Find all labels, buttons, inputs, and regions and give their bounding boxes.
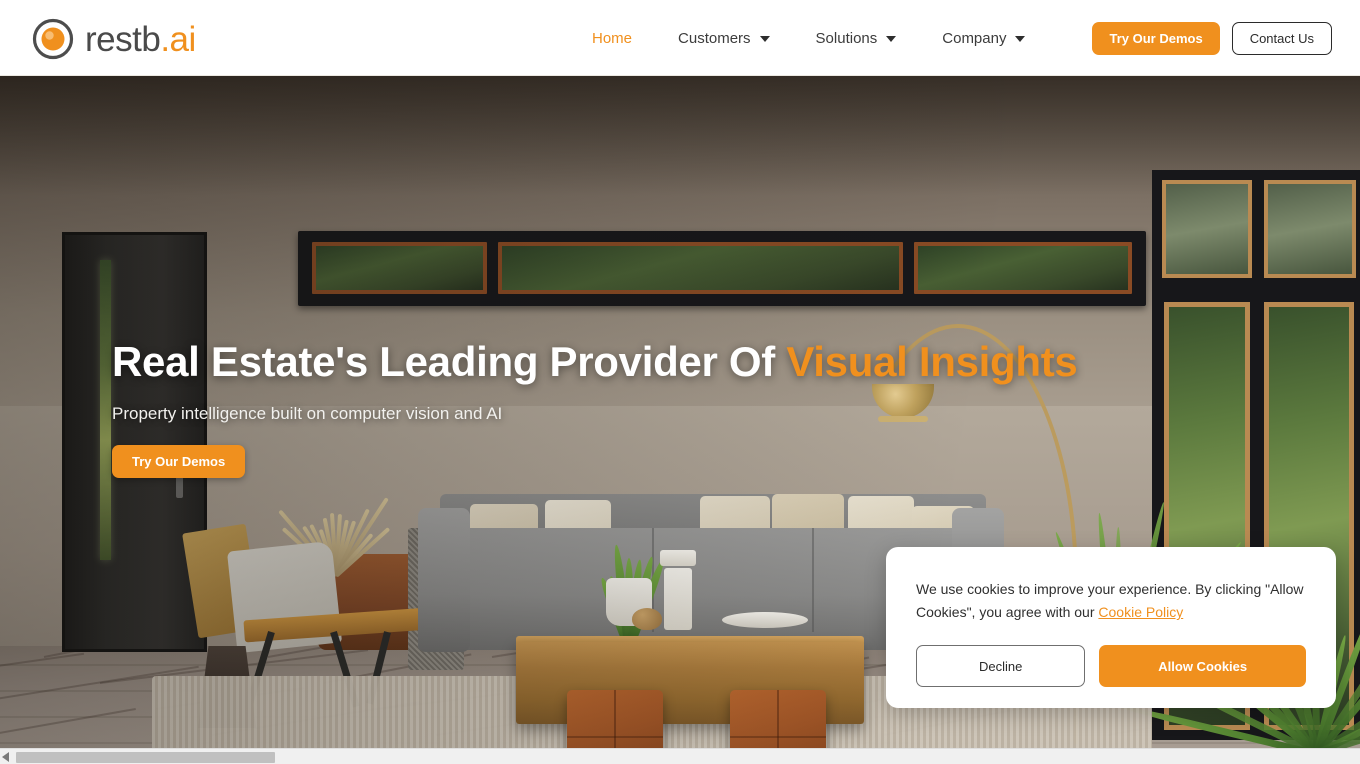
main-navigation: Home Customers Solutions Company bbox=[592, 0, 1071, 76]
leather-ottoman bbox=[567, 690, 663, 748]
upper-right-window bbox=[1152, 170, 1360, 290]
header-actions: Try Our Demos Contact Us bbox=[1092, 22, 1332, 55]
white-candlestick bbox=[664, 568, 692, 630]
leather-ottoman bbox=[730, 690, 826, 748]
decorative-tray bbox=[722, 612, 808, 628]
nav-item-company[interactable]: Company bbox=[942, 30, 1025, 47]
chevron-down-icon bbox=[886, 36, 896, 42]
brand-name-accent: .ai bbox=[160, 22, 195, 57]
page-title: Real Estate's Leading Provider Of Visual… bbox=[112, 338, 1012, 385]
chevron-down-icon bbox=[1015, 36, 1025, 42]
nav-item-solutions-label: Solutions bbox=[816, 30, 878, 47]
scroll-left-arrow-icon[interactable] bbox=[2, 752, 9, 762]
hero-content: Real Estate's Leading Provider Of Visual… bbox=[112, 338, 1012, 478]
hero-subtitle: Property intelligence built on computer … bbox=[112, 404, 1012, 424]
nav-item-customers-label: Customers bbox=[678, 30, 751, 47]
hero-title-main: Real Estate's Leading Provider Of bbox=[112, 338, 786, 385]
horizontal-scrollbar[interactable] bbox=[0, 748, 1360, 764]
nav-item-customers[interactable]: Customers bbox=[678, 30, 770, 47]
nav-item-home-label: Home bbox=[592, 30, 632, 47]
brand-wordmark: restb .ai bbox=[85, 22, 196, 57]
decline-cookies-button[interactable]: Decline bbox=[916, 645, 1085, 687]
scrollbar-thumb[interactable] bbox=[16, 752, 275, 763]
cookie-banner-actions: Decline Allow Cookies bbox=[916, 645, 1306, 687]
nav-item-solutions[interactable]: Solutions bbox=[816, 30, 897, 47]
contact-us-button[interactable]: Contact Us bbox=[1232, 22, 1332, 55]
cookie-banner-text: We use cookies to improve your experienc… bbox=[916, 578, 1306, 624]
hero-title-accent: Visual Insights bbox=[786, 338, 1077, 385]
brand-logo[interactable]: restb .ai bbox=[32, 18, 196, 60]
page-root: restb .ai Home Customers Solutions Compan… bbox=[0, 0, 1360, 764]
cookie-consent-banner: We use cookies to improve your experienc… bbox=[886, 547, 1336, 708]
nav-item-company-label: Company bbox=[942, 30, 1006, 47]
restb-circle-logo-icon bbox=[32, 18, 74, 60]
site-header: restb .ai Home Customers Solutions Compan… bbox=[0, 0, 1360, 76]
cookie-policy-link[interactable]: Cookie Policy bbox=[1098, 604, 1183, 620]
clerestory-window bbox=[298, 231, 1146, 306]
allow-cookies-button[interactable]: Allow Cookies bbox=[1099, 645, 1306, 687]
chevron-down-icon bbox=[760, 36, 770, 42]
brand-name-dark: restb bbox=[85, 22, 160, 57]
hero-try-our-demos-button[interactable]: Try Our Demos bbox=[112, 445, 245, 478]
decorative-bowl bbox=[632, 608, 662, 630]
nav-item-home[interactable]: Home bbox=[592, 30, 632, 47]
try-our-demos-button[interactable]: Try Our Demos bbox=[1092, 22, 1219, 55]
